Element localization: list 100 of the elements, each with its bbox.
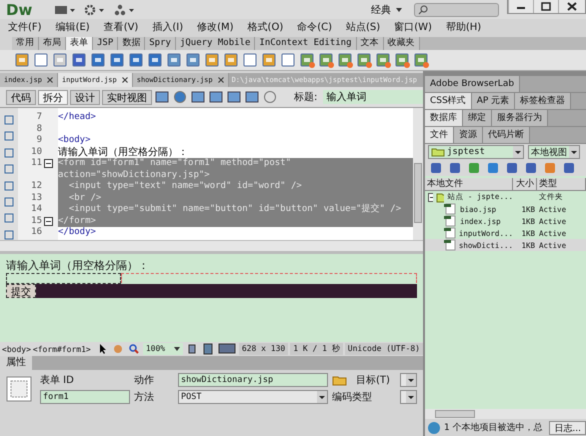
fold-icon[interactable]: [44, 159, 52, 168]
menu-item[interactable]: 命令(C): [297, 20, 332, 34]
checkbox-icon[interactable]: [90, 52, 106, 68]
scrollbar[interactable]: [413, 108, 423, 240]
target-select[interactable]: [400, 373, 417, 387]
code-line: 请输入单词（用空格分隔）：: [58, 146, 189, 158]
line-number: 9: [36, 135, 42, 146]
menu-item[interactable]: 窗口(W): [394, 20, 432, 34]
close-icon[interactable]: [46, 77, 53, 83]
zoom-icon[interactable]: [126, 343, 141, 355]
insert-tab[interactable]: 常用: [12, 37, 39, 50]
layout-icon[interactable]: [54, 4, 76, 16]
title-field[interactable]: 输入单词: [323, 90, 423, 104]
collapse-toggle-icon[interactable]: [428, 192, 433, 202]
view-button[interactable]: 设计: [70, 90, 100, 104]
file-field-icon[interactable]: [223, 52, 239, 68]
action-field[interactable]: showDictionary.jsp: [178, 373, 328, 387]
word-input[interactable]: [6, 273, 121, 284]
folder-icon[interactable]: [332, 374, 348, 386]
label-icon[interactable]: [261, 52, 277, 68]
textfield-icon[interactable]: [33, 52, 49, 68]
panel-tab[interactable]: 绑定: [463, 110, 492, 126]
form-id-field[interactable]: form1: [40, 390, 130, 404]
fieldset-icon[interactable]: [280, 52, 296, 68]
panel-tab[interactable]: 服务器行为: [492, 110, 548, 126]
column-header[interactable]: 本地文件: [425, 178, 513, 190]
view-button[interactable]: 代码: [6, 90, 36, 104]
search-icon: [418, 4, 428, 14]
panel-tab[interactable]: 标签检查器: [515, 93, 572, 109]
insert-tab[interactable]: 表单: [66, 37, 93, 50]
view-button[interactable]: 实时视图: [102, 90, 152, 104]
monitor-icon[interactable]: [216, 343, 237, 355]
radio-icon[interactable]: [128, 52, 144, 68]
column-header[interactable]: 类型: [537, 178, 586, 190]
file-icon: [443, 215, 457, 227]
insert-tab[interactable]: InContext Editing: [255, 37, 357, 50]
submit-button[interactable]: 提交: [6, 284, 36, 298]
view-select[interactable]: 本地视图: [528, 145, 580, 159]
insert-tab[interactable]: Spry: [145, 37, 176, 50]
users-icon[interactable]: [114, 4, 136, 16]
panel-tab[interactable]: Adobe BrowserLab: [425, 76, 520, 92]
spry-radio-icon[interactable]: [413, 52, 429, 68]
properties-tab[interactable]: 属性: [0, 356, 32, 370]
fold-icon[interactable]: [44, 216, 52, 226]
button-icon[interactable]: [242, 52, 258, 68]
workspace-switcher[interactable]: 经典: [367, 2, 406, 16]
line-number: 16: [30, 227, 42, 238]
hidden-field-icon[interactable]: [52, 52, 68, 68]
zoom-select[interactable]: 100%: [142, 343, 183, 355]
menu-item[interactable]: 编辑(E): [56, 20, 90, 34]
panel-tab[interactable]: 资源: [454, 127, 483, 143]
menu-item[interactable]: 帮助(H): [446, 20, 482, 34]
spry-password-icon[interactable]: [375, 52, 391, 68]
panel-tab[interactable]: 文件: [425, 127, 454, 143]
spry-textfield-icon[interactable]: [299, 52, 315, 68]
search-field[interactable]: [414, 2, 499, 16]
jump-menu-icon[interactable]: [185, 52, 201, 68]
panel-tab[interactable]: CSS样式: [425, 93, 472, 109]
insert-tab[interactable]: 布局: [39, 37, 66, 50]
menu-item[interactable]: 站点(S): [346, 20, 380, 34]
enctype-select[interactable]: [400, 390, 417, 404]
log-button[interactable]: 日志...: [549, 420, 586, 434]
close-icon[interactable]: [122, 77, 128, 83]
spry-checkbox-icon[interactable]: [337, 52, 353, 68]
tablet-icon[interactable]: [200, 343, 215, 355]
horizontal-scrollbar[interactable]: [0, 240, 423, 254]
form-icon[interactable]: [14, 52, 30, 68]
close-icon[interactable]: [218, 77, 224, 83]
checkbox-group-icon[interactable]: [109, 52, 125, 68]
textarea-icon[interactable]: [71, 52, 87, 68]
menu-item[interactable]: 插入(I): [152, 20, 184, 34]
spry-textarea-icon[interactable]: [318, 52, 334, 68]
image-field-icon[interactable]: [204, 52, 220, 68]
panel-tab[interactable]: 代码片断: [483, 127, 530, 143]
tag-selector[interactable]: <body>: [2, 344, 31, 354]
tag-selector[interactable]: <form#form1>: [32, 344, 91, 354]
menu-item[interactable]: 文件(F): [8, 20, 42, 34]
target-label: 目标(T): [356, 374, 391, 387]
panel-tab[interactable]: AP 元素: [472, 93, 516, 109]
globe-icon[interactable]: [172, 90, 188, 104]
spry-select-icon[interactable]: [356, 52, 372, 68]
radio-group-icon[interactable]: [147, 52, 163, 68]
menu-item[interactable]: 格式(O): [248, 20, 284, 34]
insert-tab[interactable]: JSP: [93, 37, 118, 50]
insert-tab[interactable]: 数据: [118, 37, 146, 50]
method-select[interactable]: POST: [178, 390, 328, 404]
line-number: 15: [30, 216, 42, 227]
insert-tab[interactable]: 文本: [356, 37, 384, 50]
insert-tab[interactable]: 收藏夹: [384, 37, 420, 50]
insert-tab[interactable]: jQuery Mobile: [176, 37, 256, 50]
spry-confirm-icon[interactable]: [394, 52, 410, 68]
site-select[interactable]: jsptest: [428, 145, 524, 159]
horizontal-scrollbar[interactable]: [425, 409, 586, 419]
panel-tab[interactable]: 数据库: [425, 110, 463, 126]
view-button[interactable]: 拆分: [38, 90, 68, 104]
list-icon[interactable]: [166, 52, 182, 68]
app-logo: Dw: [6, 0, 32, 18]
menu-item[interactable]: 查看(V): [104, 20, 138, 34]
column-header[interactable]: 大小: [513, 178, 537, 190]
menu-item[interactable]: 修改(M): [197, 20, 234, 34]
